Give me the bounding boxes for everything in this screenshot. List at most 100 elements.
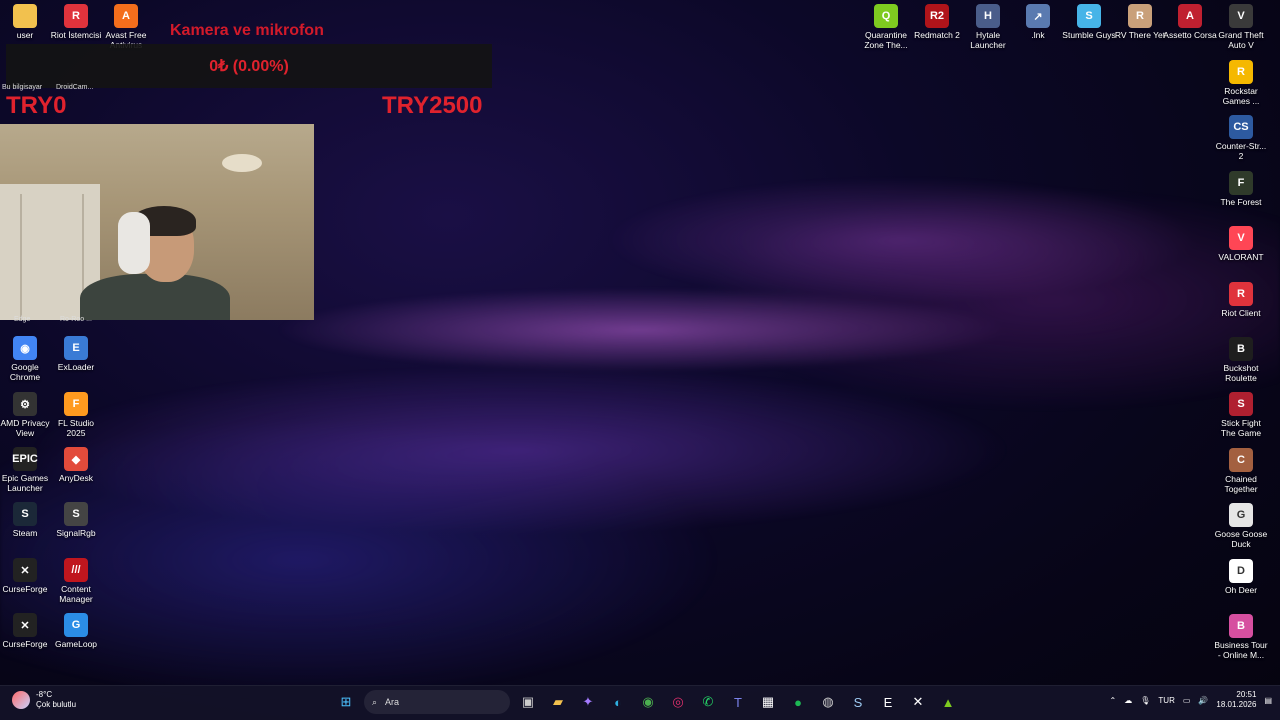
spotify-icon[interactable]: ● xyxy=(786,689,810,715)
weather-icon xyxy=(12,691,30,709)
desktop-shortcut[interactable]: ◆ AnyDesk xyxy=(48,447,104,483)
desktop-shortcut-label: FL Studio 2025 xyxy=(57,418,95,438)
desktop-shortcut[interactable]: D Oh Deer xyxy=(1213,558,1269,595)
partial-label-roo: Ro-Roo ... xyxy=(60,316,92,323)
steam-icon[interactable]: S xyxy=(846,689,870,715)
desktop-shortcut[interactable]: G GameLoop xyxy=(48,613,104,649)
desktop-shortcut-label: Stumble Guys xyxy=(1062,30,1116,40)
desktop-shortcut[interactable]: R RV There Yet xyxy=(1112,4,1168,40)
desktop-shortcut-label: Goose Goose Duck xyxy=(1214,529,1268,550)
desktop-shortcut[interactable]: EPIC Epic Games Launcher xyxy=(0,447,53,493)
chevron-up-icon[interactable]: ⌃ xyxy=(1110,696,1117,705)
quarantine-zone-icon: Q xyxy=(874,4,898,28)
desktop-shortcut[interactable]: C Chained Together xyxy=(1213,447,1269,494)
webcam-feed xyxy=(0,124,314,320)
rockstar-icon: R xyxy=(1229,60,1253,84)
language-indicator[interactable]: TUR xyxy=(1158,696,1174,705)
webcam-headset xyxy=(118,212,150,274)
desktop-shortcut[interactable]: R2 Redmatch 2 xyxy=(909,4,965,40)
desktop-shortcut[interactable]: ◉ Google Chrome xyxy=(0,336,53,382)
desktop-shortcut-label: Google Chrome xyxy=(9,362,41,382)
file-explorer-icon[interactable]: ▰ xyxy=(546,689,570,715)
desktop-shortcut[interactable]: V VALORANT xyxy=(1213,226,1269,262)
avast-icon: A xyxy=(114,4,138,28)
desktop-shortcut[interactable]: F The Forest xyxy=(1213,170,1269,207)
the-forest-icon: F xyxy=(1229,170,1253,195)
desktop-shortcut[interactable]: S Stumble Guys xyxy=(1061,4,1117,40)
riot-client-icon: R xyxy=(1229,281,1253,306)
desktop-shortcut[interactable]: V Grand Theft Auto V xyxy=(1213,4,1269,50)
network-icon[interactable]: ▭ xyxy=(1183,696,1191,705)
redmatch-icon: R2 xyxy=(925,4,949,28)
epic-games-icon[interactable]: E xyxy=(876,689,900,715)
desktop-shortcut[interactable]: H Hytale Launcher xyxy=(960,4,1016,50)
start-button[interactable]: ⊞ xyxy=(334,689,358,715)
weather-temp: -8°C xyxy=(36,690,53,699)
stick-fight-icon: S xyxy=(1229,392,1253,417)
desktop-shortcut-label: Riot Client xyxy=(1221,307,1261,318)
volume-icon[interactable]: 🔊 xyxy=(1198,696,1208,705)
copilot-icon[interactable]: ✦ xyxy=(576,689,600,715)
whatsapp-icon[interactable]: ✆ xyxy=(696,689,720,715)
desktop-shortcut[interactable]: S Steam xyxy=(0,502,53,538)
notification-icon[interactable]: ▤ xyxy=(1264,696,1272,705)
shortcut-icon: ↗ xyxy=(1026,4,1050,28)
desktop-shortcut[interactable]: R Riot Client xyxy=(1213,281,1269,318)
desktop-shortcut-label: The Forest xyxy=(1220,196,1262,207)
chrome-icon[interactable]: ◉ xyxy=(636,689,660,715)
exloader-icon: E xyxy=(64,336,88,360)
weather-desc: Çok bulutlu xyxy=(36,700,77,709)
riot-client-icon: R xyxy=(64,4,88,28)
chained-together-icon: C xyxy=(1229,447,1253,472)
edge-icon[interactable]: ◐ xyxy=(606,689,630,715)
desktop-shortcut[interactable]: R Riot İstemcisi xyxy=(48,4,104,40)
task-view-icon[interactable]: ▣ xyxy=(516,689,540,715)
desktop-shortcut[interactable]: E ExLoader xyxy=(48,336,104,372)
desktop-shortcut-label: RV There Yet xyxy=(1114,30,1166,40)
signalrgb-icon: S xyxy=(64,502,88,526)
desktop-shortcut[interactable]: F FL Studio 2025 xyxy=(48,392,104,438)
desktop-shortcut-label: SignalRgb xyxy=(56,528,96,538)
cloud-icon[interactable]: ☁ xyxy=(1124,696,1132,705)
clock-date: 18.01.2026 xyxy=(1216,700,1257,709)
desktop-shortcut-label: ExLoader xyxy=(57,362,95,372)
desktop-shortcut[interactable]: A Assetto Corsa xyxy=(1162,4,1218,40)
desktop-shortcut-label: Redmatch 2 xyxy=(914,30,960,40)
weather-widget[interactable]: -8°C Çok bulutlu xyxy=(12,690,76,710)
desktop-shortcut[interactable]: CS Counter-Str... 2 xyxy=(1213,115,1269,161)
business-tour-icon: B xyxy=(1229,614,1253,638)
goal-current: TRY0 xyxy=(6,92,67,119)
taskbar: -8°C Çok bulutlu ⊞ ⌕ Ara ▣ ▰ ✦ ◐ ◉ ◎ ✆ T ▦ ● ◍ S E ✕ ▲ ⌃ … xyxy=(0,685,1280,720)
desktop-shortcut[interactable]: ///Content Manager xyxy=(48,558,104,604)
desktop-shortcut[interactable]: ⚙ AMD Privacy View xyxy=(0,392,53,438)
desktop-shortcut[interactable]: ↗ .lnk xyxy=(1010,4,1066,40)
desktop-shortcut-label: Riot İstemcisi xyxy=(50,30,102,40)
teams-icon[interactable]: T xyxy=(726,689,750,715)
desktop-shortcut[interactable]: B Buckshot Roulette xyxy=(1213,337,1269,383)
microphone-icon[interactable]: 🎙 xyxy=(1140,696,1150,705)
desktop-shortcut[interactable]: R Rockstar Games ... xyxy=(1213,60,1269,106)
assetto-corsa-icon: A xyxy=(1178,4,1202,28)
clock[interactable]: 20:51 18.01.2026 xyxy=(1216,690,1256,710)
desktop-shortcut-label: Grand Theft Auto V xyxy=(1218,30,1264,50)
desktop-shortcut[interactable]: user xyxy=(0,4,53,40)
folder-icon xyxy=(13,4,37,28)
store-icon[interactable]: ▦ xyxy=(756,689,780,715)
obs-icon[interactable]: ◍ xyxy=(816,689,840,715)
desktop-shortcut[interactable]: S Stick Fight The Game xyxy=(1213,392,1269,438)
desktop-shortcut[interactable]: G Goose Goose Duck xyxy=(1213,503,1269,549)
rv-there-yet-icon: R xyxy=(1128,4,1152,28)
desktop-shortcut[interactable]: S SignalRgb xyxy=(48,502,104,538)
search-icon: ⌕ xyxy=(372,696,378,707)
android-icon[interactable]: ▲ xyxy=(936,689,960,715)
stumble-guys-icon: S xyxy=(1077,4,1101,28)
instagram-icon[interactable]: ◎ xyxy=(666,689,690,715)
desktop-shortcut[interactable]: ✕ CurseForge xyxy=(0,558,53,594)
desktop-shortcut-label: AnyDesk xyxy=(58,473,93,483)
curseforge-icon[interactable]: ✕ xyxy=(906,689,930,715)
search-box[interactable]: ⌕ Ara xyxy=(364,690,510,714)
desktop-shortcut[interactable]: ✕ CurseForge xyxy=(0,613,53,649)
desktop-shortcut-label: Chained Together xyxy=(1224,473,1258,494)
desktop-shortcut[interactable]: B Business Tour - Online M... xyxy=(1213,614,1269,660)
desktop-shortcut[interactable]: Q Quarantine Zone The... xyxy=(858,4,914,50)
